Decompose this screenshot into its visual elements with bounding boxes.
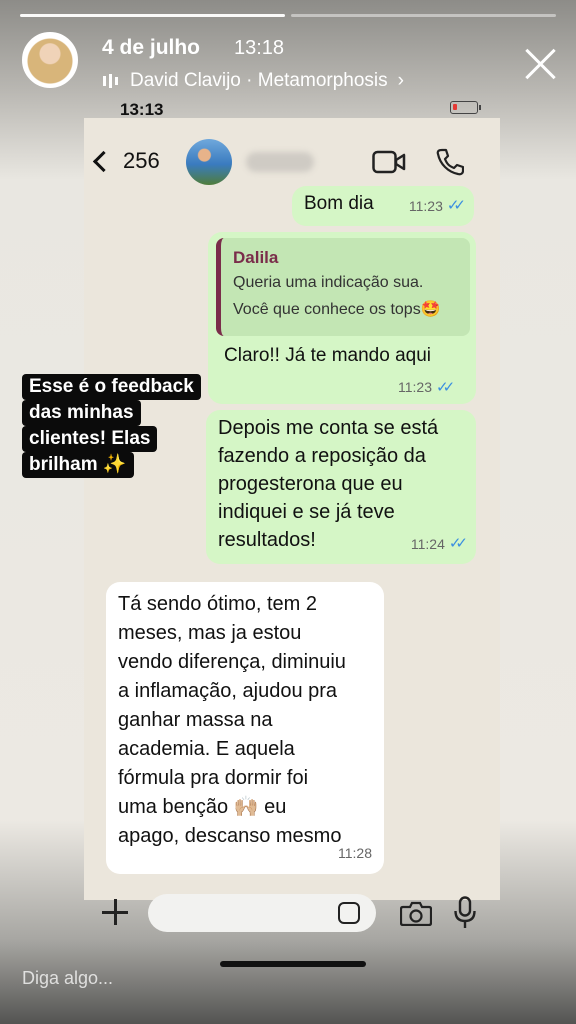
message-meta: 11:28	[338, 839, 372, 868]
message-line: uma benção 🙌🏼 eu	[118, 793, 372, 822]
battery-icon	[450, 101, 481, 114]
microphone-icon[interactable]	[453, 896, 477, 930]
message-line: vendo diferença, diminuiu	[118, 651, 346, 673]
story-reply-input[interactable]: Diga algo...	[22, 968, 113, 989]
message-line: Depois me conta se está	[218, 417, 439, 439]
story-text-word: brilham	[29, 454, 98, 475]
message-line: indiquei e se já teve	[218, 501, 395, 523]
story-text-line: Esse é o feedback	[22, 374, 201, 400]
contact-avatar[interactable]	[186, 139, 232, 185]
story-author-row[interactable]: David Clavijo · Metamorphosis ›	[102, 70, 404, 92]
message-line: progesterona que eu	[218, 473, 403, 495]
quoted-message[interactable]: Dalila Queria uma indicação sua. Você qu…	[216, 238, 470, 336]
raised-hands-emoji: 🙌🏼	[233, 796, 259, 818]
message-text: Claro!! Já te mando aqui	[224, 345, 432, 366]
plus-icon[interactable]	[100, 897, 130, 927]
chevron-right-icon: ›	[397, 70, 404, 91]
back-count: 256	[123, 148, 160, 173]
message-meta: 11:23 ✓✓	[409, 192, 466, 220]
message-line-tail: eu	[264, 796, 287, 818]
message-time: 11:23	[398, 379, 432, 395]
message-line: ganhar massa na	[118, 709, 273, 731]
story-viewer: 4 de julho 13:18 David Clavijo · Metamor…	[0, 0, 576, 1024]
story-time: 13:18	[234, 37, 285, 59]
message-bubble-outgoing[interactable]: Depois me conta se está fazendo a reposi…	[206, 410, 476, 564]
message-text: Bom dia	[304, 193, 374, 214]
camera-icon[interactable]	[400, 901, 432, 926]
close-icon[interactable]	[520, 44, 560, 84]
progress-segment	[20, 14, 285, 17]
message-time: 11:24	[410, 536, 445, 552]
story-author: David Clavijo · Metamorphosis	[130, 70, 388, 91]
author-avatar[interactable]	[22, 32, 78, 88]
back-button[interactable]: 256	[92, 148, 160, 174]
quote-line-text: Você que conhece os tops	[233, 301, 421, 318]
message-line: Tá sendo ótimo, tem 2	[118, 593, 317, 615]
message-meta: 11:23 ✓✓	[398, 378, 455, 396]
story-text-line: brilham ✨	[22, 452, 134, 478]
message-bubble-outgoing[interactable]: Bom dia 11:23 ✓✓	[292, 186, 474, 226]
message-bubble-incoming[interactable]: Tá sendo ótimo, tem 2 meses, mas ja esto…	[106, 582, 384, 874]
message-line-text: uma benção	[118, 796, 229, 818]
star-struck-emoji: 🤩	[420, 301, 441, 318]
quote-line: Você que conhece os tops🤩	[233, 297, 458, 322]
message-line: a inflamação, ajudou pra	[118, 680, 338, 702]
message-time: 11:23	[408, 198, 443, 214]
sticker-icon[interactable]	[338, 902, 360, 924]
music-bars-icon	[103, 74, 118, 88]
video-camera-icon[interactable]	[372, 150, 406, 174]
message-line: meses, mas ja estou	[118, 622, 302, 644]
quote-author: Dalila	[233, 248, 279, 267]
home-indicator	[220, 961, 366, 967]
phone-status-time: 13:13	[120, 100, 164, 119]
chevron-left-icon	[92, 150, 115, 172]
message-line: fórmula pra dormir foi	[118, 767, 309, 789]
read-receipt-icon: ✓✓	[448, 535, 468, 552]
story-progress	[20, 14, 556, 17]
story-date: 4 de julho	[102, 36, 201, 59]
message-meta: 11:24 ✓✓	[411, 530, 468, 558]
story-text-line: clientes! Elas	[22, 426, 158, 452]
message-line: apago, descanso mesmo	[118, 825, 342, 847]
read-receipt-icon: ✓✓	[446, 197, 466, 214]
phone-icon[interactable]	[436, 148, 464, 176]
progress-segment	[291, 14, 556, 17]
read-receipt-icon: ✓✓	[436, 379, 455, 396]
story-text-line: das minhas	[22, 400, 141, 426]
sparkles-emoji: ✨	[102, 454, 127, 475]
message-line: academia. E aquela	[118, 738, 295, 760]
message-line: fazendo a reposição da	[218, 445, 426, 467]
contact-name-redacted	[246, 152, 314, 172]
message-time: 11:28	[338, 845, 372, 861]
message-text-block: Claro!! Já te mando aqui	[224, 342, 474, 374]
quote-line: Queria uma indicação sua.	[233, 274, 424, 291]
